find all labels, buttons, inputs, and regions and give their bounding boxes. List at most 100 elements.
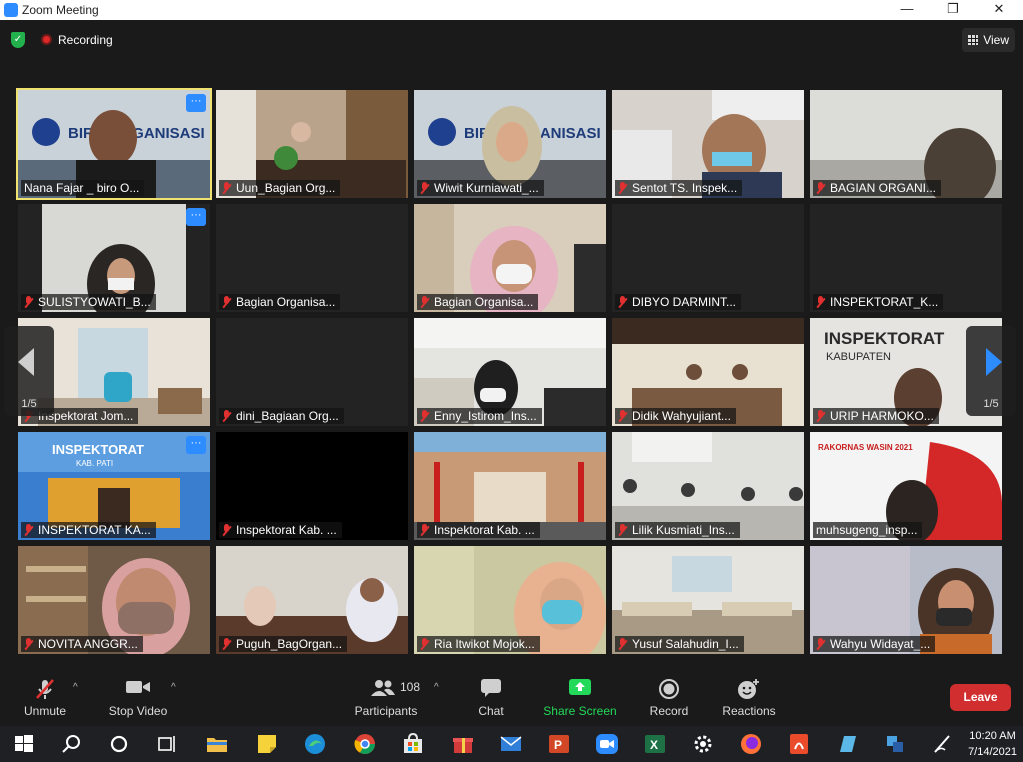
view-label: View (983, 33, 1009, 47)
firefox-icon[interactable] (739, 732, 763, 756)
video-options-caret-icon[interactable]: ^ (171, 682, 176, 693)
audio-options-caret-icon[interactable]: ^ (73, 682, 78, 693)
edge-icon[interactable] (303, 732, 327, 756)
video-tile[interactable]: RAKORNAS WASIN 2021 muhsugeng_insp... (810, 432, 1002, 540)
participant-name-tag: NOVITA ANGGR... (21, 636, 143, 652)
muted-mic-icon (420, 410, 429, 422)
participants-icon (371, 680, 395, 696)
participant-name: SULISTYOWATI_B... (38, 295, 151, 309)
participant-name-tag: INSPEKTORAT_K... (813, 294, 944, 310)
video-tile[interactable]: Inspektorat Kab. ... (414, 432, 606, 540)
excel-icon[interactable]: X (643, 732, 667, 756)
more-options-button[interactable]: ··· (186, 94, 206, 112)
cortana-icon[interactable] (107, 732, 131, 756)
more-options-button[interactable]: ··· (186, 436, 206, 454)
participant-name-tag: Enny_Istirom_Ins... (417, 408, 542, 424)
video-tile[interactable]: Ria Itwikot Mojok... (414, 546, 606, 654)
video-tile[interactable]: Puguh_BagOrgan... (216, 546, 408, 654)
participant-name: NOVITA ANGGR... (38, 637, 138, 651)
previous-page-button[interactable]: 1/5 (4, 326, 54, 416)
view-button[interactable]: View (962, 28, 1015, 52)
meeting-controls: Unmute ^ Stop Video ^ 108 Participants ^… (0, 668, 1023, 726)
recording-indicator[interactable]: Recording (41, 31, 113, 49)
video-tile[interactable]: Yusuf Salahudin_I... (612, 546, 804, 654)
share-screen-button[interactable]: Share Screen (542, 676, 618, 724)
stop-video-button[interactable]: Stop Video (104, 676, 172, 724)
participant-name-tag: Inspektorat Kab. ... (219, 522, 342, 538)
encryption-shield-icon[interactable]: ✓ (11, 32, 25, 48)
participant-name-tag: Wiwit Kurniawati_... (417, 180, 544, 196)
file-explorer-icon[interactable] (205, 732, 229, 756)
network-icon[interactable] (883, 732, 907, 756)
video-tile[interactable]: Bagian Organisa... (414, 204, 606, 312)
zoom-icon[interactable] (595, 732, 619, 756)
task-view-icon[interactable] (155, 732, 179, 756)
video-tile[interactable]: ··· SULISTYOWATI_B... (18, 204, 210, 312)
video-tile[interactable]: NOVITA ANGGR... (18, 546, 210, 654)
participant-name: INSPEKTORAT_K... (830, 295, 939, 309)
video-tile[interactable]: BIRO ORGANISASI Wiwit Kurniawati_... (414, 90, 606, 198)
video-tile[interactable]: Inspektorat Kab. ... (216, 432, 408, 540)
chat-button[interactable]: Chat (468, 676, 514, 724)
video-tile[interactable]: Lilik Kusmiati_Ins... (612, 432, 804, 540)
participant-name-tag: Bagian Organisa... (417, 294, 539, 310)
participant-name-tag: Ria Itwikot Mojok... (417, 636, 540, 652)
participant-name-tag: Yusuf Salahudin_I... (615, 636, 744, 652)
video-tile[interactable]: INSPEKTORAT_K... (810, 204, 1002, 312)
muted-mic-icon (618, 638, 627, 650)
close-button[interactable]: ✕ (976, 0, 1022, 20)
video-tile[interactable]: BAGIAN ORGANI... (810, 90, 1002, 198)
participant-name: Inspektorat Kab. ... (434, 523, 535, 537)
video-tile[interactable]: Enny_Istirom_Ins... (414, 318, 606, 426)
powerpoint-icon[interactable]: P (547, 732, 571, 756)
muted-mic-icon (618, 182, 627, 194)
participants-button[interactable]: 108 Participants (352, 676, 420, 724)
participant-name-tag: Lilik Kusmiati_Ins... (615, 522, 740, 538)
video-tile[interactable]: Didik Wahyujiant... (612, 318, 804, 426)
muted-mic-icon (618, 296, 627, 308)
video-tile[interactable]: dini_Bagiaan Org... (216, 318, 408, 426)
search-icon[interactable] (59, 732, 83, 756)
settings-icon[interactable] (691, 732, 715, 756)
restore-button[interactable]: ❐ (930, 0, 976, 20)
next-page-button[interactable]: 1/5 (966, 326, 1016, 416)
system-clock[interactable]: 10:20 AM 7/14/2021 (968, 728, 1017, 760)
muted-mic-icon (222, 638, 231, 650)
minimize-button[interactable]: — (884, 0, 930, 20)
muted-mic-icon (24, 638, 33, 650)
video-tile[interactable]: Sentot TS. Inspek... (612, 90, 804, 198)
video-tile[interactable]: Uun_Bagian Org... (216, 90, 408, 198)
participant-name: Bagian Organisa... (236, 295, 336, 309)
leave-button[interactable]: Leave (950, 684, 1011, 711)
video-tile[interactable]: Wahyu Widayat_... (810, 546, 1002, 654)
mail-icon[interactable] (499, 732, 523, 756)
notes-icon[interactable] (835, 732, 859, 756)
svg-text:X: X (650, 738, 658, 752)
windows-start-icon[interactable] (12, 732, 36, 756)
video-tile[interactable]: Bagian Organisa... (216, 204, 408, 312)
sticky-notes-icon[interactable] (255, 732, 279, 756)
record-button[interactable]: Record (642, 676, 696, 724)
store-icon[interactable] (401, 732, 425, 756)
reactions-smiley-icon (738, 679, 759, 699)
video-tile[interactable]: INSPEKTORAT KAB. PATI ··· INSPEKTORAT KA… (18, 432, 210, 540)
muted-mic-icon (816, 182, 825, 194)
participant-name-tag: muhsugeng_insp... (813, 522, 923, 538)
pen-icon[interactable] (931, 732, 955, 756)
more-options-button[interactable]: ··· (186, 208, 206, 226)
muted-mic-icon (24, 524, 33, 536)
sign-text: INSPEKTORAT (824, 329, 945, 348)
pdf-icon[interactable] (787, 732, 811, 756)
participant-name: Didik Wahyujiant... (632, 409, 731, 423)
participant-name-tag: Uun_Bagian Org... (219, 180, 341, 196)
muted-mic-icon (420, 296, 429, 308)
gift-icon[interactable] (451, 732, 475, 756)
chrome-icon[interactable] (353, 732, 377, 756)
reactions-button[interactable]: Reactions (718, 676, 780, 724)
video-tile[interactable]: BIRO ORGANISASI ··· Nana Fajar _ biro O.… (16, 88, 212, 200)
muted-mic-icon (816, 638, 825, 650)
participants-options-caret-icon[interactable]: ^ (434, 682, 439, 693)
video-tile[interactable]: DIBYO DARMINT... (612, 204, 804, 312)
participant-name: muhsugeng_insp... (816, 523, 918, 537)
unmute-button[interactable]: Unmute (14, 676, 76, 724)
